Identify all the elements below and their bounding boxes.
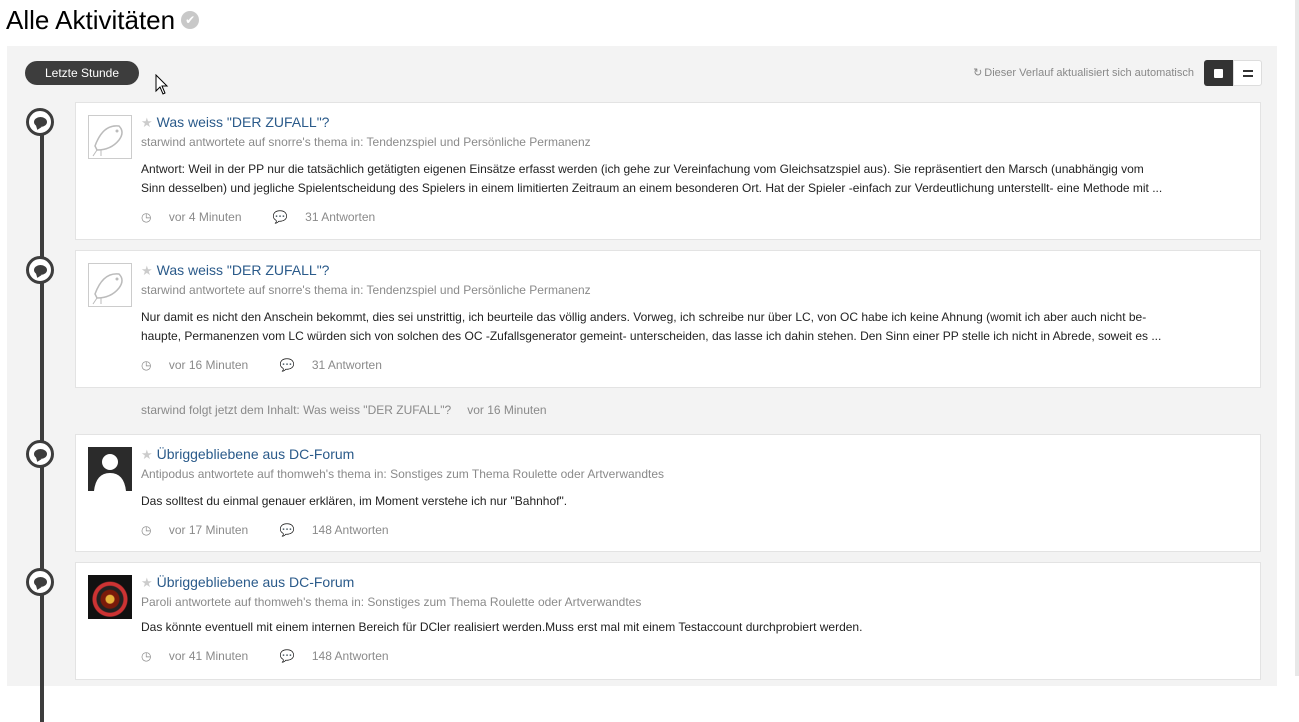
item-meta: starwind antwortete auf snorre's thema i… xyxy=(141,283,591,297)
time-text: vor 4 Minuten xyxy=(168,210,242,224)
mouse-cursor-icon xyxy=(155,74,169,95)
clock-icon: ◷ xyxy=(141,210,152,224)
comment-marker-icon xyxy=(26,256,54,284)
check-circle-icon: ✔ xyxy=(181,11,200,30)
item-title-link[interactable]: Übriggebliebene aus DC-Forum xyxy=(157,446,355,462)
auto-update-text: Dieser Verlauf aktualisiert sich automat… xyxy=(984,67,1194,79)
item-time[interactable]: ◷ vor 4 Minuten xyxy=(141,210,256,224)
item-snippet: Das solltest du einmal genauer erklären,… xyxy=(141,492,1248,511)
snippet-line: Das solltest du einmal genauer erklären,… xyxy=(141,494,568,508)
replies-text: 148 Antworten xyxy=(311,649,389,663)
snippet-line: haupte, Permanenzen vom LC würden sich v… xyxy=(141,329,1162,343)
time-text: vor 16 Minuten xyxy=(168,358,249,372)
item-replies[interactable]: 💬 148 Antworten xyxy=(280,523,403,537)
item-stats: ◷ vor 4 Minuten 💬 31 Antworten xyxy=(141,210,1248,224)
condensed-view-icon xyxy=(1242,69,1253,77)
expanded-view-icon xyxy=(1214,68,1223,78)
period-filter-button[interactable]: Letzte Stunde xyxy=(25,61,139,85)
snippet-line: Das könnte eventuell mit einem internen … xyxy=(141,620,863,634)
activity-card: ★ Was weiss "DER ZUFALL"? starwind antwor… xyxy=(75,102,1261,240)
activity-card: ★ Was weiss "DER ZUFALL"? starwind antwor… xyxy=(75,250,1261,388)
comment-marker-icon xyxy=(26,108,54,136)
follow-notice: starwind folgt jetzt dem Inhalt: Was wei… xyxy=(141,403,547,417)
replies-text: 148 Antworten xyxy=(311,523,389,537)
item-meta: Paroli antwortete auf thomweh's thema in… xyxy=(141,595,642,609)
activity-card: ★ Übriggebliebene aus DC-Forum Paroli ant… xyxy=(75,562,1261,680)
avatar[interactable] xyxy=(88,447,132,491)
item-replies[interactable]: 💬 31 Antworten xyxy=(280,358,396,372)
timeline-line xyxy=(40,122,44,722)
item-time[interactable]: ◷ vor 17 Minuten xyxy=(141,523,262,537)
star-icon[interactable]: ★ xyxy=(141,115,153,130)
snippet-line: Nur damit es nicht den Anschein bekommt,… xyxy=(141,310,1147,324)
item-replies[interactable]: 💬 148 Antworten xyxy=(280,649,403,663)
comment-marker-icon xyxy=(26,568,54,596)
auto-update-notice: ↻ Dieser Verlauf aktualisiert sich automa… xyxy=(973,66,1194,79)
star-icon[interactable]: ★ xyxy=(141,263,153,278)
comment-icon: 💬 xyxy=(279,523,295,537)
item-meta: Antipodus antwortete auf thomweh's thema… xyxy=(141,467,665,481)
avatar[interactable] xyxy=(88,575,132,619)
activity-card: ★ Übriggebliebene aus DC-Forum Antipodus … xyxy=(75,434,1261,552)
page-title-text: Alle Aktivitäten xyxy=(6,5,176,35)
page-title: Alle Aktivitäten ✔ xyxy=(6,5,200,36)
comment-icon: 💬 xyxy=(279,649,295,663)
comment-icon: 💬 xyxy=(279,358,295,372)
item-snippet: Antwort: Weil in der PP nur die tatsächl… xyxy=(141,160,1248,198)
refresh-icon: ↻ xyxy=(973,67,983,79)
item-title-link[interactable]: Übriggebliebene aus DC-Forum xyxy=(157,574,355,590)
time-text: vor 17 Minuten xyxy=(168,523,249,537)
clock-icon: ◷ xyxy=(141,523,152,537)
item-stats: ◷ vor 17 Minuten 💬 148 Antworten xyxy=(141,523,1248,537)
item-replies[interactable]: 💬 31 Antworten xyxy=(273,210,389,224)
item-title-link[interactable]: Was weiss "DER ZUFALL"? xyxy=(157,262,330,278)
item-snippet: Das könnte eventuell mit einem internen … xyxy=(141,618,1248,637)
time-text: vor 41 Minuten xyxy=(168,649,249,663)
item-time[interactable]: ◷ vor 16 Minuten xyxy=(141,358,262,372)
avatar[interactable] xyxy=(88,115,132,159)
comment-marker-icon xyxy=(26,440,54,468)
item-title-link[interactable]: Was weiss "DER ZUFALL"? xyxy=(157,114,330,130)
replies-text: 31 Antworten xyxy=(305,210,376,224)
clock-icon: ◷ xyxy=(141,358,152,372)
item-stats: ◷ vor 41 Minuten 💬 148 Antworten xyxy=(141,649,1248,663)
star-icon[interactable]: ★ xyxy=(141,447,153,462)
clock-icon: ◷ xyxy=(141,649,152,663)
item-stats: ◷ vor 16 Minuten 💬 31 Antworten xyxy=(141,358,1248,372)
activity-feed: Letzte Stunde ↻ Dieser Verlauf aktualisie… xyxy=(7,46,1277,722)
avatar[interactable] xyxy=(88,263,132,307)
replies-text: 31 Antworten xyxy=(311,358,382,372)
condensed-view-button[interactable] xyxy=(1233,60,1262,86)
star-icon[interactable]: ★ xyxy=(141,575,153,590)
item-meta: starwind antwortete auf snorre's thema i… xyxy=(141,135,591,149)
snippet-line: Antwort: Weil in der PP nur die tatsächl… xyxy=(141,162,1144,176)
snippet-line: Sinn desselben) und jegliche Spielentsch… xyxy=(141,181,1163,195)
expanded-view-button[interactable] xyxy=(1204,60,1233,86)
item-snippet: Nur damit es nicht den Anschein bekommt,… xyxy=(141,308,1248,346)
comment-icon: 💬 xyxy=(272,210,288,224)
view-toggle xyxy=(1204,60,1262,86)
follow-time: vor 16 Minuten xyxy=(467,403,547,417)
follow-text[interactable]: starwind folgt jetzt dem Inhalt: Was wei… xyxy=(141,403,451,417)
scrollbar[interactable] xyxy=(1295,0,1299,676)
item-time[interactable]: ◷ vor 41 Minuten xyxy=(141,649,262,663)
